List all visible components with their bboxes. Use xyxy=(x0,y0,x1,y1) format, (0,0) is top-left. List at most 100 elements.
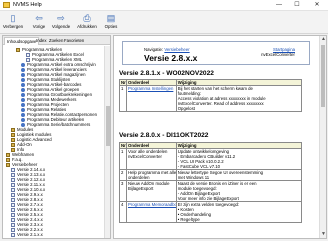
navigation-pane: Inhoudsopgave Index Zoeken Favorieten Pr… xyxy=(2,35,111,239)
page-icon xyxy=(11,222,15,227)
row-number: 3 xyxy=(120,181,127,201)
breadcrumb: Navigatie: Versiebeheer xyxy=(144,47,190,52)
minimize-button[interactable]: — xyxy=(272,0,286,10)
topic-icon xyxy=(21,102,25,107)
change-line: - FastCube VCL v7.10 xyxy=(177,164,221,169)
table-row: 2 Help programma met alle onderdelen Nieuw … xyxy=(120,170,303,181)
hide-icon: ▯ xyxy=(10,13,16,23)
page-icon xyxy=(11,167,15,172)
row-change: Er zijn extra velden toegevoegd: • Kosten… xyxy=(177,202,303,222)
row-part: Programma Instellingen xyxy=(127,86,177,111)
book-icon xyxy=(11,132,15,137)
forward-button[interactable]: ⇨ Volgende xyxy=(49,13,73,33)
forward-label: Volgende xyxy=(51,24,71,29)
part-text: nvExcelConverter xyxy=(127,154,162,159)
hide-button[interactable]: ▯ Verbergen xyxy=(1,13,25,33)
page-icon xyxy=(26,52,30,57)
help-app-icon xyxy=(3,2,10,8)
content-scrollbar[interactable]: ▲ ▼ xyxy=(319,36,326,238)
breadcrumb-link[interactable]: Versiebeheer xyxy=(164,47,189,52)
book-icon xyxy=(16,47,20,52)
section-heading: Versie 2.8.0.x - DI11OKT2022 xyxy=(119,132,209,139)
toolbar: ▯ Verbergen ⇦ Vorige ⇨ Volgende ⎙ Afdruk… xyxy=(0,11,328,34)
forward-arrow-icon: ⇨ xyxy=(57,13,65,23)
table-row: 4Programma MemoraadboekingEr zijn extra … xyxy=(120,202,303,223)
print-label: Afdrukken xyxy=(77,24,97,29)
row-part: Help programma met alle onderdelen xyxy=(127,170,177,180)
topic-icon xyxy=(21,82,25,87)
contents-tree: Programma Artikelen Programma Artikelen E… xyxy=(3,46,104,238)
change-line: Voor meer info zie BijlageExport xyxy=(177,196,239,201)
book-icon xyxy=(11,127,15,132)
options-icon: ▤ xyxy=(106,13,116,23)
tab-favorites[interactable]: Favorieten xyxy=(62,37,86,45)
column-header: Wijziging xyxy=(177,143,303,148)
page-icon xyxy=(11,182,15,187)
page-icon xyxy=(11,217,15,222)
hide-label: Verbergen xyxy=(2,24,24,29)
print-button[interactable]: ⎙ Afdrukken xyxy=(75,13,99,33)
topic-icon xyxy=(21,87,25,92)
page-icon xyxy=(11,177,15,182)
book-icon xyxy=(6,237,10,238)
back-arrow-icon: ⇦ xyxy=(35,13,43,23)
row-number: 4 xyxy=(120,202,127,222)
page-icon xyxy=(11,207,15,212)
topic-icon xyxy=(21,122,25,127)
book-icon xyxy=(6,162,10,167)
column-header: Nr xyxy=(121,143,127,148)
page-icon xyxy=(11,192,15,197)
row-part: Programma Memoraadboeking xyxy=(127,202,177,222)
page-title: Versie 2.8.x.x xyxy=(144,53,198,63)
row-part: Nieuw AddOn module BijlageExport xyxy=(127,181,177,201)
book-icon xyxy=(11,142,15,147)
page-icon xyxy=(11,197,15,202)
row-change: Bij het starten van het scherm kwam de fo… xyxy=(177,86,303,111)
options-button[interactable]: ▤ Opties xyxy=(99,13,123,33)
part-text: onderdelen xyxy=(127,175,150,180)
row-number: 2 xyxy=(120,170,127,180)
tree-scrollbar[interactable] xyxy=(104,46,110,238)
column-header: Wijziging xyxy=(177,80,303,85)
topic-icon xyxy=(21,107,25,112)
back-button[interactable]: ⇦ Vorige xyxy=(27,13,51,33)
scroll-up-icon[interactable]: ▲ xyxy=(320,36,326,43)
window-title: NVMS Help xyxy=(13,2,42,8)
book-icon xyxy=(11,147,15,152)
tree-item[interactable]: Contact xyxy=(6,237,27,238)
change-line: met Windows 11 xyxy=(177,175,210,180)
section-heading: Versie 2.8.1.x - WO02NOV2022 xyxy=(119,70,214,77)
page-icon xyxy=(11,202,15,207)
part-link[interactable]: Programma Memoraadboeking xyxy=(128,202,176,207)
book-icon xyxy=(6,157,10,162)
module-name: nvExcelConverter xyxy=(261,52,295,57)
tree-item-label: Contact xyxy=(12,237,27,238)
content-scroll-thumb[interactable] xyxy=(321,45,325,107)
topic-icon xyxy=(21,117,25,122)
topic-icon xyxy=(21,92,25,97)
changes-table: Nr Onderdeel Wijziging 1 Programma Instellin… xyxy=(119,79,303,112)
changes-table: Nr Onderdeel Wijziging 1 Voor alle onderdele… xyxy=(119,142,303,223)
topic-icon xyxy=(21,67,25,72)
maximize-button[interactable]: ☐ xyxy=(290,0,304,10)
page-icon xyxy=(26,57,30,62)
close-button[interactable]: ✕ xyxy=(310,0,324,10)
page-icon xyxy=(11,172,15,177)
row-change: Nieuw lettertype Segoe UI overeenstemmin… xyxy=(177,170,303,180)
part-text: BijlageExport xyxy=(127,186,154,191)
tree-item-label: Programma Serie/batchnummers xyxy=(27,122,91,127)
tree-scroll-thumb[interactable] xyxy=(106,106,110,146)
scroll-down-icon[interactable]: ▼ xyxy=(320,231,326,238)
nav-tab-strip: Inhoudsopgave Index Zoeken Favorieten xyxy=(3,36,110,45)
part-link[interactable]: Programma Instellingen xyxy=(128,86,175,91)
topic-icon xyxy=(21,97,25,102)
column-header: Nr xyxy=(121,80,127,85)
change-line: Opgelost xyxy=(177,106,195,111)
title-bar: NVMS Help — ☐ ✕ xyxy=(0,0,328,11)
row-number: 1 xyxy=(120,149,127,169)
table-row: 1 Voor alle onderdelen nvExcelConverter Upd… xyxy=(120,149,303,170)
change-line: • Regeltype xyxy=(177,217,200,222)
table-row: 3 Nieuw AddOn module BijlageExport Naast de… xyxy=(120,181,303,202)
book-icon xyxy=(11,137,15,142)
book-icon xyxy=(6,152,10,157)
